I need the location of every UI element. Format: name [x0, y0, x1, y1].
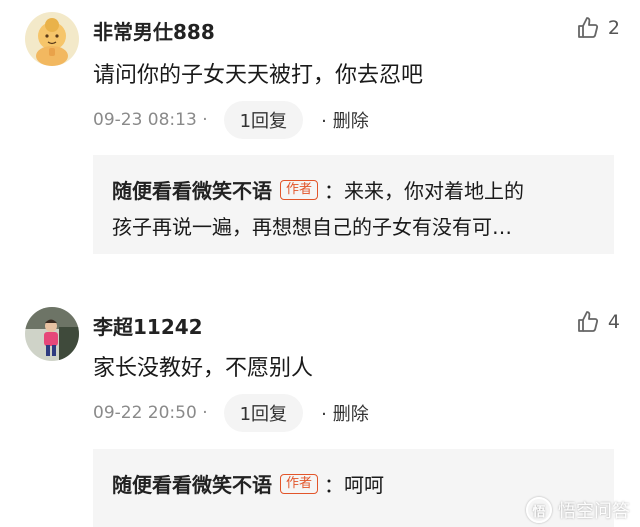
reply-text: ：来来，你对着地上的: [324, 179, 525, 203]
reply-preview[interactable]: 随便看看微笑不语 作者 ：来来，你对着地上的 孩子再说一遍，再想想自己的子女有没…: [93, 155, 614, 254]
author-tag: 作者: [280, 473, 319, 494]
author-tag: 作者: [280, 179, 319, 200]
watermark-text: 悟空问答: [558, 501, 630, 522]
reply-author[interactable]: 随便看看微笑不语: [112, 175, 272, 204]
username[interactable]: 非常男仕888: [93, 16, 215, 45]
username[interactable]: 李超11242: [93, 311, 203, 340]
thumbs-up-icon: [578, 17, 598, 38]
comment-time: 09-22 20:50 ·: [93, 403, 208, 423]
like-button[interactable]: 4: [576, 310, 620, 334]
comment-meta: 09-22 20:50 · 1回复 · 删除: [93, 394, 369, 432]
delete-button[interactable]: · 删除: [321, 107, 369, 133]
thumbs-up-icon: [578, 311, 598, 332]
delete-button[interactable]: · 删除: [321, 400, 369, 426]
reply-count-button[interactable]: 1回复: [223, 394, 304, 432]
avatar[interactable]: [25, 12, 79, 66]
wukong-watermark: 悟 悟空问答: [526, 497, 630, 523]
reply-line: 随便看看微笑不语 作者 ：来来，你对着地上的: [112, 175, 524, 204]
reply-count-button[interactable]: 1回复: [223, 101, 304, 139]
avatar[interactable]: [25, 307, 79, 361]
comment-time: 09-23 08:13 ·: [93, 110, 208, 130]
like-count: 4: [607, 311, 620, 333]
comment-text: 请问你的子女天天被打，你去忍吧: [93, 63, 424, 88]
comment-meta: 09-23 08:13 · 1回复 · 删除: [93, 101, 369, 139]
reply-author[interactable]: 随便看看微笑不语: [112, 469, 272, 498]
reply-line: 随便看看微笑不语 作者 ：呵呵: [112, 469, 384, 498]
reply-line-2: 孩子再说一遍，再想想自己的子女有没有可…: [112, 211, 512, 240]
like-button[interactable]: 2: [576, 16, 620, 40]
reply-text-continued: 孩子再说一遍，再想想自己的子女有没有可…: [112, 215, 512, 239]
comment-text: 家长没教好，不愿别人: [93, 356, 314, 381]
reply-text: ：呵呵: [324, 473, 385, 497]
wukong-logo-icon: 悟: [526, 497, 552, 523]
like-count: 2: [607, 17, 620, 39]
